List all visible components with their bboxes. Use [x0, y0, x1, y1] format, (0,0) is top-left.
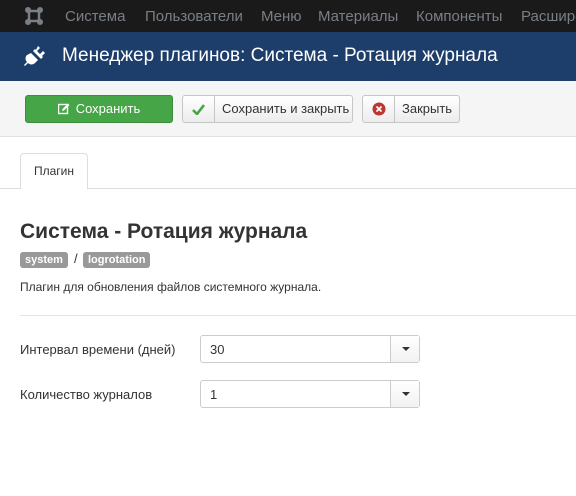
check-icon — [192, 103, 205, 115]
close-button[interactable]: Закрыть — [362, 95, 460, 123]
toolbar: Сохранить Сохранить и закрыть Закрыть — [0, 81, 576, 137]
divider — [20, 315, 576, 316]
tab-plugin[interactable]: Плагин — [20, 153, 88, 189]
page-title: Менеджер плагинов: Система - Ротация жур… — [62, 45, 498, 66]
joomla-logo-icon[interactable] — [23, 5, 45, 27]
log-count-value: 1 — [210, 387, 218, 402]
plugin-description: Плагин для обновления файлов системного … — [20, 280, 322, 294]
top-navbar: Система Пользователи Меню Материалы Комп… — [0, 0, 576, 32]
caret-down-icon — [402, 347, 410, 351]
log-count-label: Количество журналов — [20, 387, 153, 402]
close-button-label: Закрыть — [402, 101, 453, 116]
log-interval-value: 30 — [210, 342, 225, 357]
caret-down-icon — [402, 392, 410, 396]
nav-menu-content[interactable]: Материалы — [318, 8, 398, 25]
badge-element: logrotation — [83, 252, 151, 268]
save-button-label: Сохранить — [75, 101, 141, 116]
badge-folder: system — [20, 252, 68, 268]
log-count-select[interactable]: 1 — [200, 380, 420, 408]
nav-menu-components[interactable]: Компоненты — [416, 8, 502, 25]
edit-icon — [57, 103, 70, 114]
nav-menu-users[interactable]: Пользователи — [145, 8, 243, 25]
nav-menu-menus[interactable]: Меню — [261, 8, 302, 25]
save-button[interactable]: Сохранить — [25, 95, 173, 123]
log-count-dropdown-toggle[interactable] — [390, 381, 419, 407]
save-and-close-label: Сохранить и закрыть — [222, 101, 350, 116]
nav-menu-extensions[interactable]: Расширения — [521, 8, 576, 25]
plugin-name-heading: Система - Ротация журнала — [20, 220, 308, 243]
log-interval-select[interactable]: 30 — [200, 335, 420, 363]
plug-icon — [24, 46, 45, 66]
log-interval-label: Интервал времени (дней) — [20, 342, 176, 357]
save-and-close-button[interactable]: Сохранить и закрыть — [182, 95, 353, 123]
page-header: Менеджер плагинов: Система - Ротация жур… — [0, 32, 576, 81]
nav-menu-system[interactable]: Система — [65, 8, 125, 25]
cancel-icon — [372, 102, 385, 116]
badge-separator: / — [74, 251, 78, 266]
log-interval-dropdown-toggle[interactable] — [390, 336, 419, 362]
